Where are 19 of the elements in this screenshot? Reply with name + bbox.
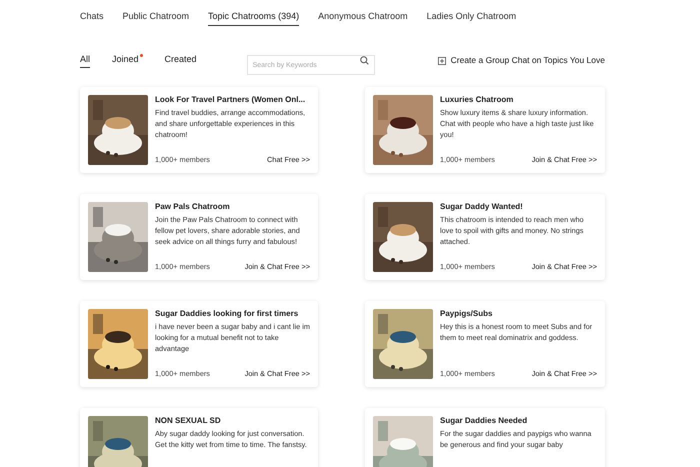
- room-title: Paw Pals Chatroom: [155, 202, 231, 212]
- plus-square-icon: [438, 56, 446, 64]
- filter-tab[interactable]: Created: [164, 52, 197, 68]
- nav-tab[interactable]: Chats: [80, 10, 104, 26]
- nav-tab[interactable]: Anonymous Chatroom: [318, 10, 408, 26]
- room-title: Sugar Daddies Needed: [440, 416, 528, 426]
- nav-tab[interactable]: Public Chatroom: [122, 10, 190, 26]
- search-icon: [360, 56, 369, 65]
- filter-tab[interactable]: Joined: [112, 52, 143, 68]
- room-title: Paypigs/Subs: [440, 308, 494, 318]
- room-title: Sugar Daddy Wanted!: [440, 202, 524, 212]
- room-title: Look For Travel Partners (Women Onl...: [155, 94, 306, 104]
- room-title: NON SEXUAL SD: [155, 416, 222, 426]
- create-group-button[interactable]: Create a Group Chat on Topics You Love: [438, 54, 605, 67]
- room-title: Sugar Daddies looking for first timers: [155, 308, 300, 318]
- room-title: Luxuries Chatroom: [440, 94, 514, 104]
- filter-tab[interactable]: All: [80, 52, 90, 68]
- nav-tab[interactable]: Ladies Only Chatroom: [426, 10, 516, 26]
- nav-tab[interactable]: Topic Chatrooms (394): [208, 10, 300, 26]
